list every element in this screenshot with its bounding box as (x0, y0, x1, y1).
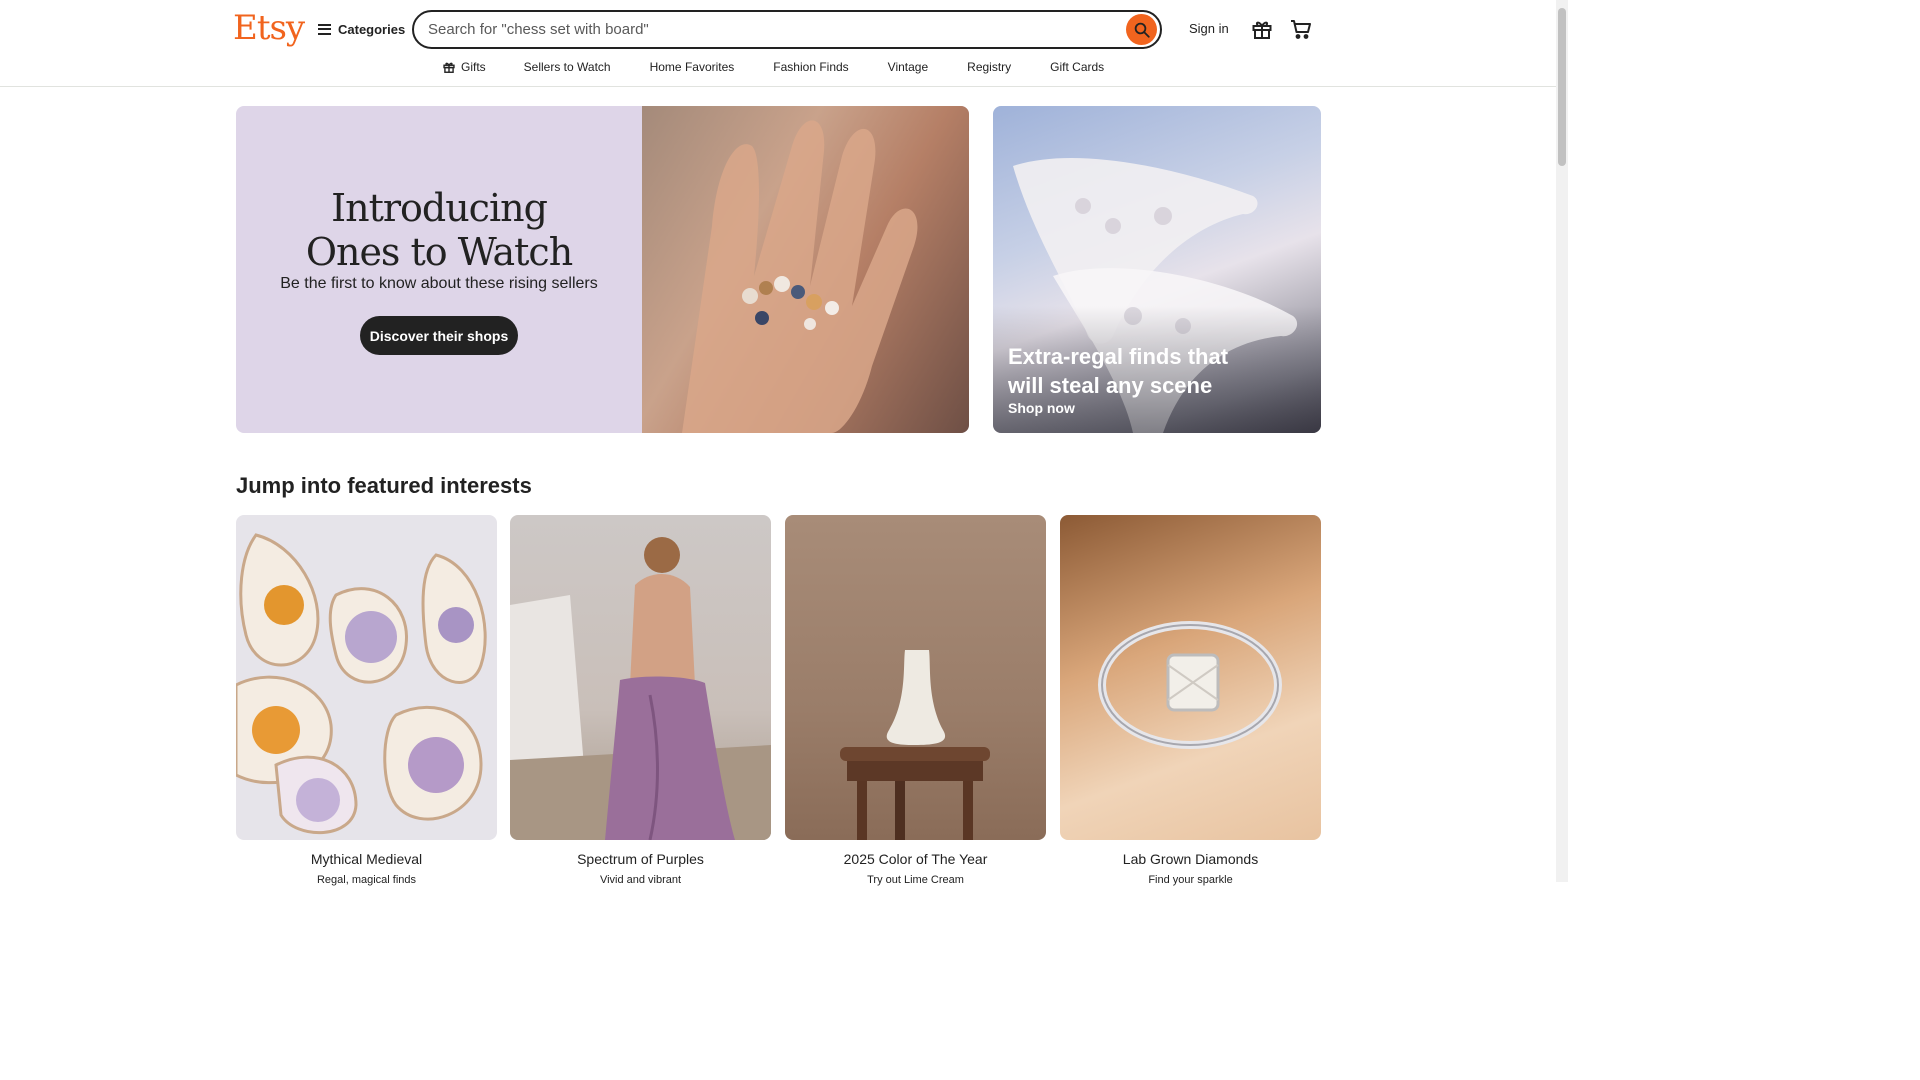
hamburger-menu-icon (318, 23, 331, 35)
cart-button[interactable] (1289, 17, 1313, 41)
interest-card-image (785, 515, 1046, 840)
search-button[interactable] (1126, 14, 1157, 45)
hero-ring-hand-image[interactable] (642, 106, 969, 433)
shopping-cart-icon (1291, 20, 1311, 39)
interest-card-image (510, 515, 771, 840)
nav-item-label: Gifts (461, 60, 486, 74)
featured-heading: Jump into featured interests (236, 473, 532, 498)
interest-card-subtitle: Regal, magical finds (316, 874, 417, 886)
hero-title: Introducing Ones to Watch (236, 186, 642, 274)
categories-label: Categories (338, 21, 406, 37)
nav-item-fashion-finds[interactable]: Fashion Finds (773, 60, 848, 74)
nav-item-gifts[interactable]: Gifts (442, 60, 486, 74)
interest-card-title: Lab Grown Diamonds (1122, 851, 1259, 867)
interest-card-title: Spectrum of Purples (577, 851, 704, 867)
ornament-illustration (236, 533, 487, 835)
interest-card-title: Mythical Medieval (310, 851, 423, 867)
hero-title-line-2: Ones to Watch (305, 230, 573, 274)
sign-in-link[interactable]: Sign in (1189, 21, 1229, 36)
hero-title-line-1: Introducing (331, 186, 548, 230)
interest-card-mythical-medieval[interactable]: Mythical Medieval Regal, magical finds (236, 515, 497, 886)
interest-card-title: 2025 Color of The Year (843, 851, 988, 867)
nav-item-sellers-to-watch[interactable]: Sellers to Watch (524, 60, 611, 74)
interest-card-image (1060, 515, 1321, 840)
gift-icon (443, 62, 455, 73)
diamond-ring-illustration (1098, 621, 1282, 749)
interest-card-subtitle: Vivid and vibrant (599, 874, 682, 886)
hero-subtitle: Be the first to know about these rising … (280, 275, 598, 292)
categories-button[interactable]: Categories (318, 19, 405, 39)
nav-item-home-favorites[interactable]: Home Favorites (650, 60, 735, 74)
hero-text-panel: Introducing Ones to Watch Be the first t… (236, 106, 642, 433)
purple-dress-illustration (510, 537, 771, 840)
nav-item-vintage[interactable]: Vintage (888, 60, 928, 74)
category-nav: Gifts Sellers to Watch Home Favorites Fa… (442, 58, 1104, 76)
interest-card-spectrum-of-purples[interactable]: Spectrum of Purples Vivid and vibrant (510, 515, 771, 886)
hero-banner: Introducing Ones to Watch Be the first t… (236, 106, 969, 433)
search-icon (1134, 22, 1150, 38)
shop-now-link[interactable]: Shop now (1008, 400, 1075, 416)
site-header: Etsy Categories Sign in (0, 0, 1556, 87)
gift-icon (1252, 21, 1272, 39)
side-card-title: Extra-regal finds that will steal any sc… (1008, 344, 1229, 398)
hand-ring-illustration (682, 120, 918, 433)
nav-item-registry[interactable]: Registry (967, 60, 1011, 74)
vase-on-stool-illustration (840, 650, 990, 840)
scrollbar-thumb[interactable] (1558, 8, 1566, 166)
discover-shops-button[interactable]: Discover their shops (360, 316, 518, 355)
search-bar (412, 10, 1162, 49)
page-scrollbar[interactable] (1556, 0, 1568, 882)
nav-item-gift-cards[interactable]: Gift Cards (1050, 60, 1104, 74)
gift-button[interactable] (1250, 17, 1274, 41)
interest-card-color-of-the-year[interactable]: 2025 Color of The Year Try out Lime Crea… (785, 515, 1046, 886)
etsy-logo[interactable]: Etsy (233, 8, 305, 48)
search-input[interactable] (428, 12, 1118, 47)
interest-card-image (236, 515, 497, 840)
interest-card-lab-grown-diamonds[interactable]: Lab Grown Diamonds Find your sparkle (1060, 515, 1321, 886)
side-promo-card[interactable]: Extra-regal finds that will steal any sc… (993, 106, 1321, 433)
interest-card-subtitle: Try out Lime Cream (867, 874, 964, 886)
interest-card-subtitle: Find your sparkle (1148, 874, 1233, 886)
